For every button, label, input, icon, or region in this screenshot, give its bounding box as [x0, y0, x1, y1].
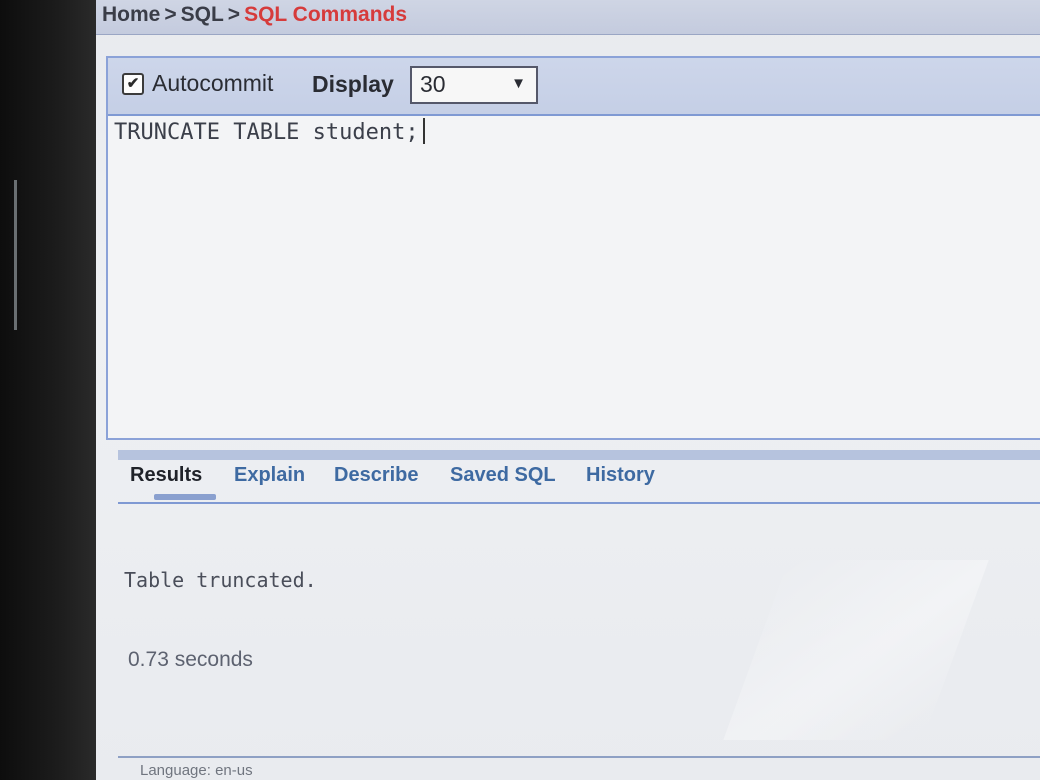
tab-history[interactable]: History — [586, 464, 655, 487]
breadcrumb-bar: Home > SQL > SQL Commands — [96, 0, 1040, 35]
sql-command-textarea[interactable]: TRUNCATE TABLE student; — [114, 118, 1024, 418]
breadcrumb-sql-link[interactable]: SQL — [181, 3, 224, 26]
editor-toolbar: ✔ Autocommit Display 30 ▼ — [108, 58, 1040, 116]
tab-results[interactable]: Results — [130, 464, 202, 487]
display-rows-value: 30 — [420, 71, 446, 97]
execution-time: 0.73 seconds — [128, 648, 253, 671]
sql-command-text: TRUNCATE TABLE student; — [114, 120, 419, 145]
tab-describe[interactable]: Describe — [334, 464, 419, 487]
active-tab-indicator — [154, 494, 216, 500]
footer-language: Language: en-us — [140, 762, 253, 779]
footer-divider — [118, 756, 1040, 758]
autocommit-checkbox[interactable]: ✔ — [122, 72, 144, 95]
checkmark-icon: ✔ — [126, 75, 140, 92]
splitter-bar[interactable] — [118, 450, 1040, 460]
autocommit-label: Autocommit — [152, 70, 274, 96]
breadcrumb-separator: > — [164, 3, 177, 26]
breadcrumb-separator: > — [227, 3, 241, 26]
screen-glare — [723, 560, 989, 740]
app-screen: Home > SQL > SQL Commands ✔ Autocommit Displ… — [96, 0, 1040, 780]
tab-explain[interactable]: Explain — [234, 464, 305, 487]
breadcrumb-home-link[interactable]: Home — [102, 3, 160, 26]
text-cursor — [422, 118, 425, 144]
sql-editor-panel: ✔ Autocommit Display 30 ▼ TRUNCATE TABLE… — [106, 56, 1040, 440]
breadcrumb: Home > SQL > SQL Commands — [102, 3, 407, 27]
display-label: Display — [312, 71, 394, 97]
breadcrumb-current: SQL Commands — [244, 3, 408, 26]
bezel-edge — [14, 180, 17, 330]
autocommit-control[interactable]: ✔ Autocommit — [122, 70, 273, 97]
monitor-bezel — [0, 0, 96, 780]
tab-saved-sql[interactable]: Saved SQL — [450, 464, 556, 487]
result-message: Table truncated. — [124, 568, 317, 592]
display-rows-select[interactable]: 30 ▼ — [410, 66, 538, 104]
results-tabs: Results Explain Describe Saved SQL Histo… — [118, 460, 1040, 504]
chevron-down-icon: ▼ — [511, 75, 526, 92]
